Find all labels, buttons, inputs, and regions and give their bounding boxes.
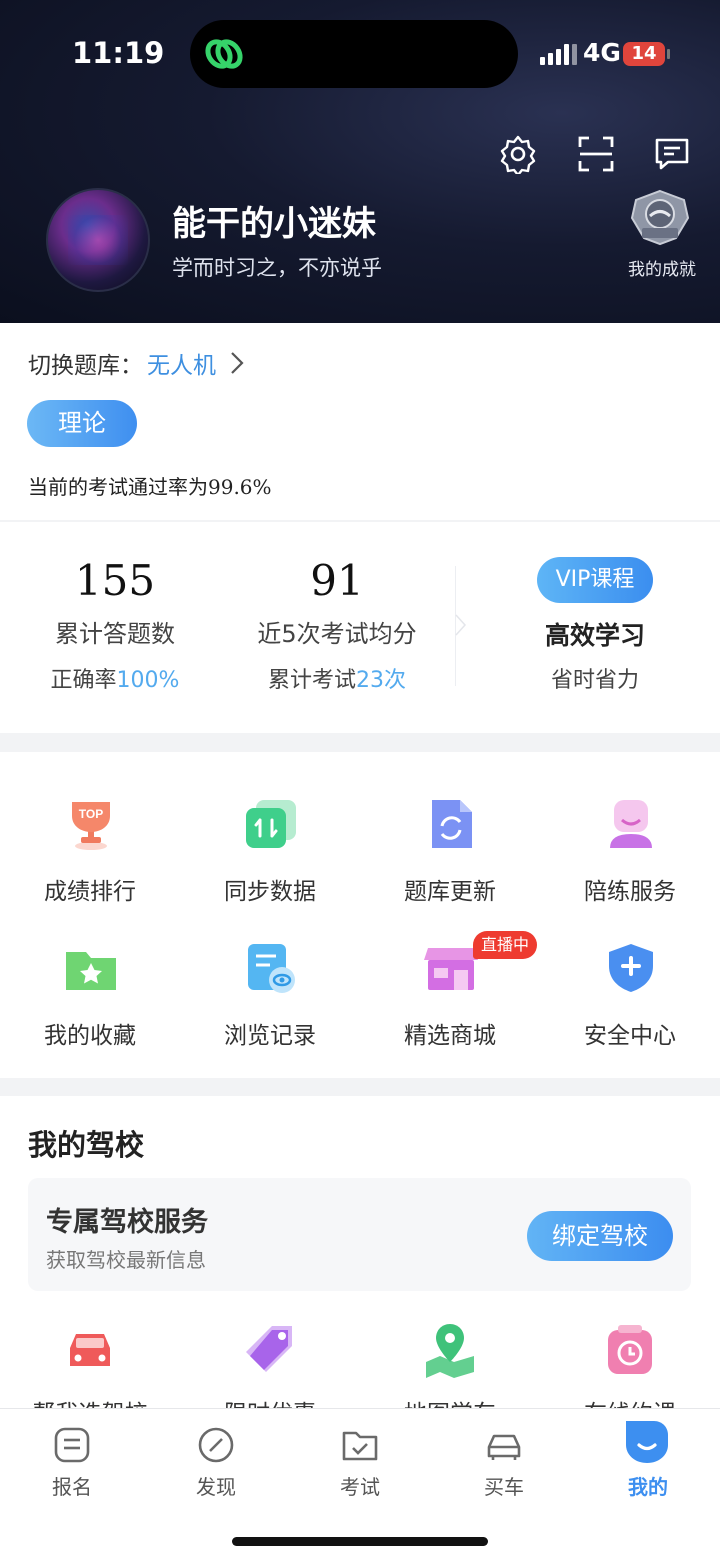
service-label: 在线约课 <box>540 1394 720 1408</box>
switch-bank-row[interactable]: 切换题库： 无人机 <box>28 346 244 380</box>
exam-folder-icon <box>342 1431 378 1461</box>
grid-item-coach[interactable]: 陪练服务 <box>540 752 720 905</box>
tab-profile[interactable]: 我的 <box>576 1409 720 1509</box>
live-badge: 直播中 <box>473 931 537 959</box>
tab-label: 报名 <box>52 1475 92 1499</box>
service-label: 帮我选驾校 <box>0 1394 180 1408</box>
theory-tab[interactable]: 理论 <box>27 400 137 447</box>
grid-item-ranking[interactable]: TOP 成绩排行 <box>0 752 180 905</box>
achievement-label[interactable]: 我的成就 <box>620 255 704 280</box>
bind-school-button[interactable]: 绑定驾校 <box>527 1211 673 1261</box>
tag-icon[interactable] <box>242 1322 298 1378</box>
tab-exam[interactable]: 考试 <box>288 1409 432 1509</box>
home-indicator <box>232 1537 488 1546</box>
driving-school-section: 我的驾校 专属驾校服务 获取驾校最新信息 绑定驾校 帮我选驾校 限时优惠 地图学… <box>0 1096 720 1408</box>
sync-icon <box>246 800 296 848</box>
grid-item-security[interactable]: 安全中心 <box>540 896 720 1049</box>
tab-label: 发现 <box>196 1475 236 1499</box>
tab-signup[interactable]: 报名 <box>0 1409 144 1509</box>
tab-discover[interactable]: 发现 <box>144 1409 288 1509</box>
network-label: 4G <box>583 38 621 67</box>
total-answers-label: 累计答题数 <box>55 620 175 648</box>
grid-label: 精选商城 <box>404 1023 496 1049</box>
user-motto: 学而时习之，不亦说乎 <box>172 256 382 280</box>
clock-icon[interactable] <box>602 1322 658 1378</box>
exam-count-text: 累计考试23次 <box>267 668 406 693</box>
vip-course-pill[interactable]: VIP课程 <box>537 557 653 603</box>
scan-icon[interactable] <box>576 134 616 174</box>
school-card-subtitle: 获取驾校最新信息 <box>46 1248 206 1272</box>
grid-item-history[interactable]: 浏览记录 <box>180 896 360 1049</box>
signup-icon <box>54 1427 90 1463</box>
chevron-right-icon <box>231 352 244 374</box>
grid-item-store[interactable]: 精选商城 <box>360 896 540 1049</box>
status-time: 11:19 <box>72 36 165 70</box>
question-bank-card: 切换题库： 无人机 理论 当前的考试通过率为99.6% <box>0 323 720 520</box>
shield-icon <box>609 944 653 992</box>
feature-grid: TOP 成绩排行 同步数据 题库更新 陪练服务 我的收藏 浏览记录 精选商城 安… <box>0 752 720 1078</box>
profile-header: 11:19 4G 14 能干的小迷妹 学而时习之，不亦说乎 我的成就 <box>0 0 720 323</box>
service-label: 地图学车 <box>360 1394 540 1408</box>
svg-text:TOP: TOP <box>79 807 103 821</box>
vip-subtitle: 省时省力 <box>550 668 639 693</box>
current-bank[interactable]: 无人机 <box>147 346 216 380</box>
avg-score-label: 近5次考试均分 <box>257 620 417 648</box>
store-icon <box>424 948 478 990</box>
service-label: 限时优惠 <box>180 1394 360 1408</box>
achievement-badge-icon[interactable] <box>628 188 692 246</box>
avatar[interactable] <box>46 188 150 292</box>
grid-label: 安全中心 <box>584 1023 676 1049</box>
switch-bank-label: 切换题库： <box>28 353 143 379</box>
school-service-card[interactable]: 专属驾校服务 获取驾校最新信息 绑定驾校 <box>28 1178 691 1291</box>
avg-score-value: 91 <box>310 556 364 605</box>
total-answers-value: 155 <box>74 556 156 605</box>
link-app-icon <box>205 39 243 69</box>
history-icon <box>248 944 295 993</box>
battery-icon: 14 <box>623 42 665 66</box>
profile-smile-icon <box>626 1421 668 1463</box>
tab-label: 考试 <box>340 1475 380 1499</box>
settings-icon[interactable] <box>498 134 538 174</box>
trophy-icon: TOP <box>72 802 110 850</box>
signal-icon <box>540 43 577 65</box>
tab-buy-car[interactable]: 买车 <box>432 1409 576 1509</box>
compass-icon <box>198 1427 234 1463</box>
car-outline-icon <box>487 1434 521 1460</box>
car-icon[interactable] <box>62 1322 118 1378</box>
dynamic-island <box>190 20 518 88</box>
stats-panel: 155 累计答题数 正确率100% 91 近5次考试均分 累计考试23次 VIP… <box>0 522 720 733</box>
message-icon[interactable] <box>652 134 692 174</box>
divider-arrow-icon <box>455 614 467 636</box>
map-pin-icon[interactable] <box>422 1322 478 1378</box>
school-card-title: 专属驾校服务 <box>46 1207 208 1238</box>
pass-rate-text: 当前的考试通过率为99.6% <box>28 475 272 499</box>
accuracy-text: 正确率100% <box>50 668 180 693</box>
vip-title[interactable]: 高效学习 <box>480 616 710 652</box>
coach-icon <box>610 800 652 848</box>
grid-label: 我的收藏 <box>44 1023 136 1049</box>
star-folder-icon <box>66 952 116 990</box>
battery-tip <box>667 49 670 59</box>
grid-item-bank-update[interactable]: 题库更新 <box>360 752 540 905</box>
section-title: 我的驾校 <box>28 1128 145 1162</box>
grid-label: 浏览记录 <box>224 1023 316 1049</box>
tab-label: 我的 <box>628 1475 668 1499</box>
grid-item-sync[interactable]: 同步数据 <box>180 752 360 905</box>
username[interactable]: 能干的小迷妹 <box>172 196 376 245</box>
refresh-doc-icon <box>432 800 472 848</box>
grid-item-favorites[interactable]: 我的收藏 <box>0 896 180 1049</box>
tab-label: 买车 <box>484 1475 524 1499</box>
